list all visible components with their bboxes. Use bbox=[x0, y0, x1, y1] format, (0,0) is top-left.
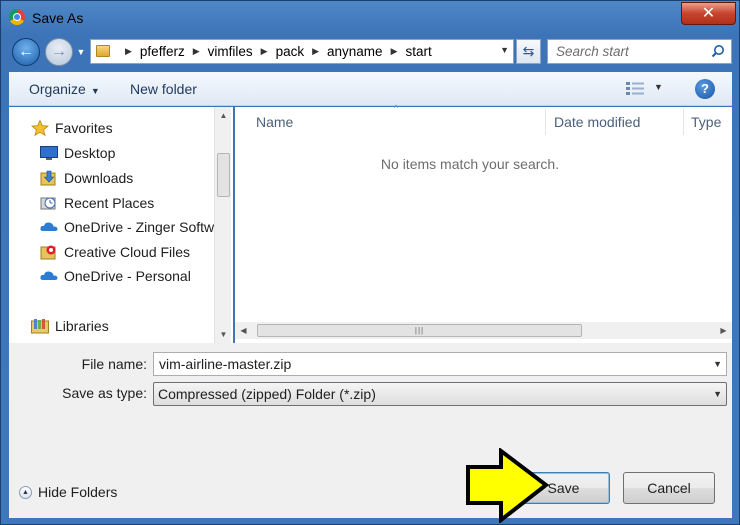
empty-message: No items match your search. bbox=[380, 156, 560, 172]
search-box[interactable] bbox=[547, 39, 732, 64]
close-button[interactable]: ✕ bbox=[681, 2, 736, 25]
back-button[interactable]: ← bbox=[12, 38, 40, 66]
cloud-icon bbox=[40, 271, 58, 280]
recent-places-icon bbox=[40, 197, 56, 210]
chevron-down-icon: ▼ bbox=[90, 86, 100, 96]
sidebar-item-favorites[interactable]: Favorites bbox=[31, 117, 113, 139]
sidebar-item-libraries[interactable]: Libraries bbox=[31, 315, 109, 337]
window-title: Save As bbox=[32, 10, 84, 26]
scroll-left-arrow[interactable]: ◀ bbox=[235, 322, 252, 339]
sidebar-item-recent-places[interactable]: Recent Places bbox=[40, 192, 154, 214]
scrollbar-thumb[interactable]: ||| bbox=[257, 324, 582, 337]
chevron-down-icon[interactable]: ▼ bbox=[713, 359, 722, 369]
breadcrumb-separator[interactable]: ▶ bbox=[125, 46, 132, 57]
sidebar-item-label: Downloads bbox=[64, 170, 134, 186]
save-form-area: File name: ▼ Save as type: Compressed (z… bbox=[9, 343, 732, 518]
sidebar-scrollbar[interactable]: ▲ ▼ bbox=[214, 107, 231, 343]
chrome-icon bbox=[9, 9, 25, 25]
column-header-name[interactable]: Name bbox=[256, 107, 541, 137]
hide-folders-button[interactable]: ▲ Hide Folders bbox=[19, 484, 117, 500]
organize-button[interactable]: Organize ▼ bbox=[29, 81, 100, 97]
pointer-arrow-icon bbox=[466, 448, 550, 523]
forward-button[interactable]: → bbox=[45, 38, 73, 66]
sidebar-item-label: Desktop bbox=[64, 145, 116, 161]
chevron-up-icon: ▲ bbox=[19, 485, 32, 499]
creative-cloud-icon bbox=[40, 245, 56, 260]
file-name-combobox[interactable]: ▼ bbox=[153, 352, 727, 376]
address-bar[interactable]: ▶ pfefferz ▶ vimfiles ▶ pack ▶ anyname ▶… bbox=[90, 39, 514, 64]
title-bar[interactable]: Save As ✕ bbox=[1, 1, 740, 35]
refresh-button[interactable]: ⇆ bbox=[516, 39, 541, 64]
save-as-type-label: Save as type: bbox=[62, 385, 147, 401]
sidebar-item-label: Libraries bbox=[55, 318, 109, 334]
cloud-icon bbox=[40, 222, 58, 231]
horizontal-scrollbar[interactable]: ◀ ||| ▶ bbox=[235, 322, 732, 339]
sidebar-item-downloads[interactable]: Downloads bbox=[40, 167, 133, 189]
breadcrumb-separator[interactable]: ▶ bbox=[261, 46, 268, 57]
file-list: ^ Name Date modified Type No items match… bbox=[235, 103, 732, 343]
sidebar-item-creative-cloud[interactable]: Creative Cloud Files bbox=[40, 241, 190, 263]
sidebar-item-label: Recent Places bbox=[64, 195, 155, 211]
breadcrumb-separator[interactable]: ▶ bbox=[193, 46, 200, 57]
address-dropdown[interactable]: ▼ bbox=[500, 45, 509, 55]
breadcrumb-separator[interactable]: ▶ bbox=[391, 46, 398, 57]
save-as-dialog: Save As ✕ ← → ▼ ▶ pfefferz ▶ vimfiles ▶ … bbox=[0, 0, 740, 525]
desktop-icon bbox=[40, 146, 58, 160]
sidebar-item-label: Creative Cloud Files bbox=[64, 244, 191, 260]
hide-folders-label: Hide Folders bbox=[38, 484, 118, 500]
scrollbar-thumb[interactable] bbox=[217, 153, 230, 197]
help-icon[interactable]: ? bbox=[695, 79, 715, 99]
recent-locations-dropdown[interactable]: ▼ bbox=[75, 46, 87, 58]
downloads-icon bbox=[40, 170, 56, 186]
breadcrumb-start[interactable]: start bbox=[405, 44, 431, 59]
new-folder-button[interactable]: New folder bbox=[130, 81, 197, 97]
file-name-field[interactable] bbox=[154, 353, 704, 375]
view-dropdown[interactable]: ▼ bbox=[654, 82, 663, 92]
folder-icon bbox=[96, 45, 110, 57]
save-as-type-select[interactable]: Compressed (zipped) Folder (*.zip) ▼ bbox=[153, 382, 727, 406]
sidebar-item-label: OneDrive - Zinger Software bbox=[64, 219, 214, 235]
sidebar-item-onedrive-zinger[interactable]: OneDrive - Zinger Software bbox=[40, 216, 214, 238]
chevron-down-icon: ▼ bbox=[713, 389, 722, 399]
column-header-type[interactable]: Type bbox=[691, 107, 731, 137]
column-divider[interactable] bbox=[545, 109, 546, 135]
file-name-label: File name: bbox=[81, 356, 147, 372]
save-as-type-value: Compressed (zipped) Folder (*.zip) bbox=[158, 386, 376, 402]
star-icon bbox=[31, 120, 49, 136]
column-header-date-modified[interactable]: Date modified bbox=[554, 107, 684, 137]
breadcrumb-pack[interactable]: pack bbox=[276, 44, 305, 59]
search-icon[interactable] bbox=[711, 44, 725, 58]
search-input[interactable] bbox=[548, 40, 708, 63]
scroll-up-arrow[interactable]: ▲ bbox=[215, 107, 232, 124]
sidebar-item-label: OneDrive - Personal bbox=[64, 268, 191, 284]
sidebar-item-desktop[interactable]: Desktop bbox=[40, 142, 115, 164]
sidebar-item-onedrive-personal[interactable]: OneDrive - Personal bbox=[40, 265, 191, 287]
sidebar-item-label: Favorites bbox=[55, 120, 113, 136]
breadcrumb-separator[interactable]: ▶ bbox=[312, 46, 319, 57]
scroll-down-arrow[interactable]: ▼ bbox=[215, 326, 232, 343]
column-divider[interactable] bbox=[683, 109, 684, 135]
organize-label: Organize bbox=[29, 81, 86, 97]
cancel-button[interactable]: Cancel bbox=[623, 472, 715, 504]
libraries-icon bbox=[31, 319, 49, 334]
view-options-icon[interactable] bbox=[626, 82, 644, 96]
scroll-right-arrow[interactable]: ▶ bbox=[715, 322, 732, 339]
breadcrumb-vimfiles[interactable]: vimfiles bbox=[208, 44, 253, 59]
command-toolbar: Organize ▼ New folder ▼ ? bbox=[9, 72, 732, 106]
breadcrumb-anyname[interactable]: anyname bbox=[327, 44, 383, 59]
breadcrumb-pfefferz[interactable]: pfefferz bbox=[140, 44, 185, 59]
breadcrumb: ▶ pfefferz ▶ vimfiles ▶ pack ▶ anyname ▶… bbox=[117, 40, 432, 63]
navigation-pane: Favorites Desktop Downloads Recent Place… bbox=[9, 107, 233, 343]
